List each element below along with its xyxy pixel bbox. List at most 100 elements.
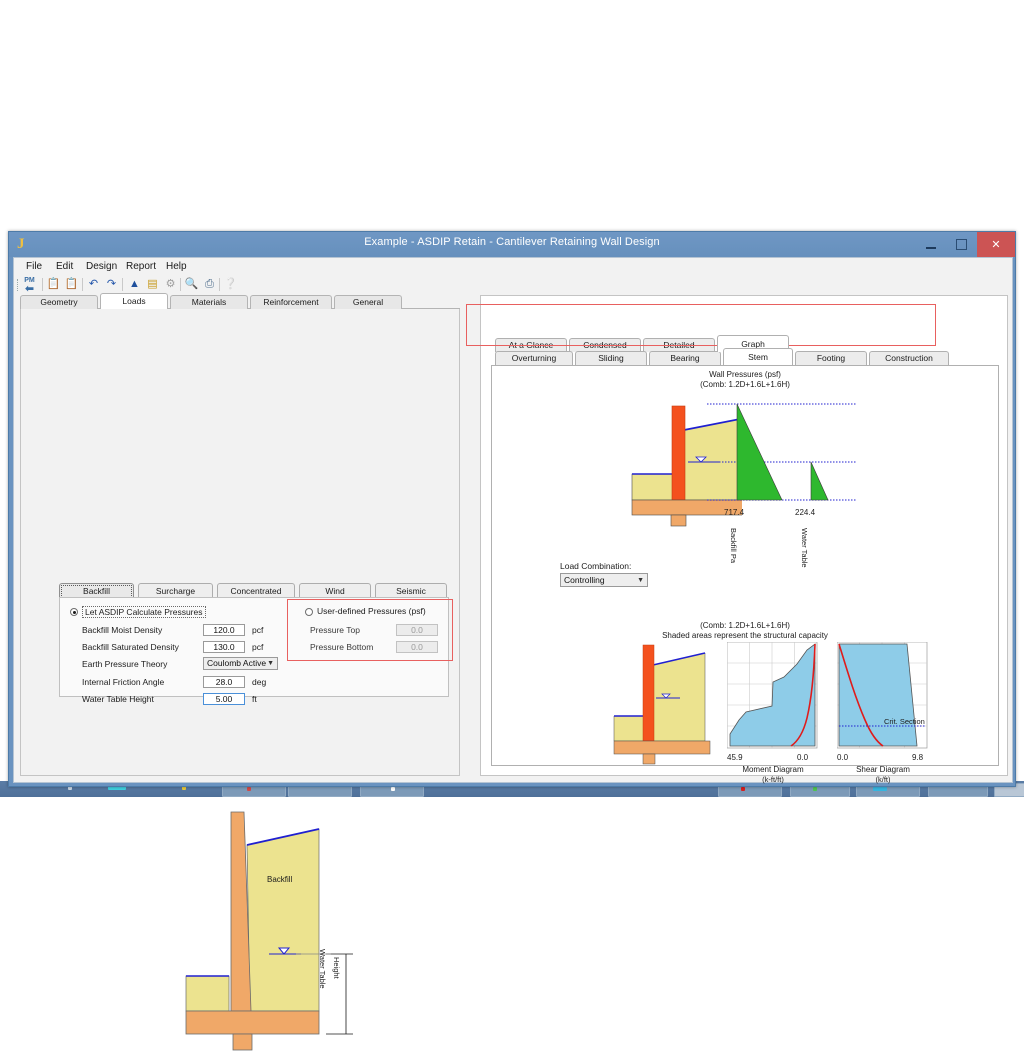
moment-diagram-units: (k-ft/ft): [762, 775, 784, 784]
water-table-height-unit: ft: [252, 694, 257, 704]
stem-highlighted-bottom: [642, 644, 655, 742]
settings-icon[interactable]: ⚙: [163, 277, 178, 292]
moist-density-input[interactable]: [203, 624, 245, 636]
toolbar-grip[interactable]: [17, 279, 20, 291]
shear-key-top: [670, 514, 687, 527]
backfill-soil: [246, 828, 320, 1012]
menu-item-help[interactable]: Help: [166, 261, 187, 272]
minimize-button[interactable]: [915, 232, 946, 257]
toe-soil: [185, 975, 230, 1012]
taskbar-button-1-icon: [247, 787, 251, 791]
tab-stem[interactable]: Stem: [723, 348, 793, 365]
backfill-pressure-triangle: [736, 403, 783, 501]
tab-general[interactable]: General: [334, 295, 402, 309]
user-pressures-radio[interactable]: [305, 608, 313, 616]
right-results-panel: At a Glance Condensed Detailed Graph Ove…: [480, 295, 1008, 784]
wall-footing: [185, 1010, 320, 1035]
menu-item-edit[interactable]: Edit: [56, 261, 73, 272]
print-preview-icon[interactable]: ▤: [145, 277, 160, 292]
tab-overturning[interactable]: Overturning: [495, 351, 573, 365]
chevron-down-icon-2: ▼: [637, 577, 644, 584]
taskbar-button-6-icon: [873, 787, 887, 791]
load-combination-label: Load Combination:: [560, 561, 632, 571]
tab-reinforcement[interactable]: Reinforcement: [250, 295, 332, 309]
saturated-density-label: Backfill Saturated Density: [82, 642, 179, 652]
water-pressure-value: 224.4: [795, 508, 816, 517]
tab-construction[interactable]: Construction: [869, 351, 949, 365]
zoom-icon[interactable]: 🔍: [184, 277, 199, 292]
maximize-icon: [956, 239, 967, 250]
tab-seismic[interactable]: Seismic: [375, 583, 447, 598]
tab-detailed[interactable]: Detailed: [643, 338, 715, 352]
shear-diagram-chart: [837, 642, 928, 749]
water-table-axis-label: Water Table: [800, 528, 809, 568]
calc-pressures-label[interactable]: Let ASDIP Calculate Pressures: [82, 606, 206, 618]
redo-icon[interactable]: ↷: [104, 277, 119, 292]
client-area: File Edit Design Report Help PM ⬅ 📋 📋 ↶ ↷…: [13, 257, 1013, 1051]
window-controls: ✕: [915, 232, 1015, 257]
tab-at-a-glance[interactable]: At a Glance: [495, 338, 567, 352]
tab-geometry[interactable]: Geometry: [20, 295, 98, 309]
backfill-drawing-label: Backfill: [267, 875, 293, 884]
shear-diagram-label: Shear Diagram: [856, 765, 910, 774]
menu-item-design[interactable]: Design: [86, 261, 117, 272]
help-icon[interactable]: ❔: [223, 277, 238, 292]
analysis-icon[interactable]: ▲: [127, 277, 142, 292]
moment-diagram-label: Moment Diagram: [742, 765, 804, 774]
tab-backfill[interactable]: Backfill: [59, 583, 134, 598]
load-combination-select[interactable]: Controlling ▼: [560, 573, 648, 587]
tab-surcharge[interactable]: Surcharge: [138, 583, 213, 598]
tab-condensed[interactable]: Condensed: [569, 338, 641, 352]
capacity-subtitle: Shaded areas represent the structural ca…: [662, 631, 828, 640]
saturated-density-input[interactable]: [203, 641, 245, 653]
tab-concentrated[interactable]: Concentrated: [217, 583, 295, 598]
paste-icon[interactable]: 📋: [64, 277, 79, 292]
dimension-label-water-table: Water Table: [318, 949, 327, 989]
tab-wind[interactable]: Wind: [299, 583, 371, 598]
retaining-wall-drawing: [185, 811, 353, 1051]
user-pressures-label: User-defined Pressures (psf): [317, 606, 426, 616]
taskbar-button-5-icon: [813, 787, 817, 791]
capacity-title: (Comb: 1.2D+1.6L+1.6H): [700, 621, 790, 630]
close-button[interactable]: ✕: [977, 232, 1015, 257]
crit-section-annotation: Crit. Section: [884, 717, 925, 726]
tab-loads[interactable]: Loads: [100, 293, 168, 309]
saturated-density-unit: pcf: [252, 642, 264, 652]
copy-icon[interactable]: 📋: [46, 277, 61, 292]
moist-density-label: Backfill Moist Density: [82, 625, 163, 635]
main-tabs: Geometry Loads Materials Reinforcement G…: [20, 293, 460, 309]
shear-key-bottom: [642, 753, 656, 765]
tab-sliding[interactable]: Sliding: [575, 351, 647, 365]
menu-item-file[interactable]: File: [26, 261, 42, 272]
pressure-bottom-input[interactable]: [396, 641, 438, 653]
wall-pressures-subtitle: (Comb: 1.2D+1.6L+1.6H): [700, 380, 790, 389]
stem-highlighted: [671, 405, 686, 501]
friction-angle-unit: deg: [252, 677, 267, 687]
maximize-button[interactable]: [946, 232, 977, 257]
shear-diagram-units: (k/ft): [875, 775, 891, 784]
calc-pressures-radio[interactable]: [70, 608, 78, 616]
moment-diagram-chart: [727, 642, 818, 749]
water-table-height-input[interactable]: [203, 693, 245, 705]
tab-footing[interactable]: Footing: [795, 351, 867, 365]
dimension-label-height: Height: [332, 957, 341, 979]
moment-right-value: 0.0: [797, 753, 809, 762]
moment-left-value: 45.9: [727, 753, 743, 762]
title-bar[interactable]: J Example - ASDIP Retain - Cantilever Re…: [9, 232, 1015, 257]
friction-angle-input[interactable]: [203, 676, 245, 688]
undo-icon[interactable]: ↶: [86, 277, 101, 292]
tab-materials[interactable]: Materials: [170, 295, 248, 309]
shear-key: [232, 1033, 253, 1051]
tab-bearing[interactable]: Bearing: [649, 351, 721, 365]
moist-density-unit: pcf: [252, 625, 264, 635]
load-tabs: Backfill Surcharge Concentrated Wind Sei…: [59, 583, 449, 598]
pressure-top-label: Pressure Top: [310, 625, 360, 635]
load-combination-value: Controlling: [564, 575, 605, 585]
pressure-top-input[interactable]: [396, 624, 438, 636]
menu-item-report[interactable]: Report: [126, 261, 156, 272]
earth-pressure-theory-select[interactable]: Coulomb Active ▼: [203, 657, 278, 670]
earth-pressure-theory-value: Coulomb Active: [207, 658, 267, 668]
backfill-group: Let ASDIP Calculate Pressures Backfill M…: [59, 597, 449, 705]
print-icon[interactable]: ⎙: [202, 277, 217, 292]
pm-back-icon[interactable]: PM ⬅: [22, 277, 37, 295]
